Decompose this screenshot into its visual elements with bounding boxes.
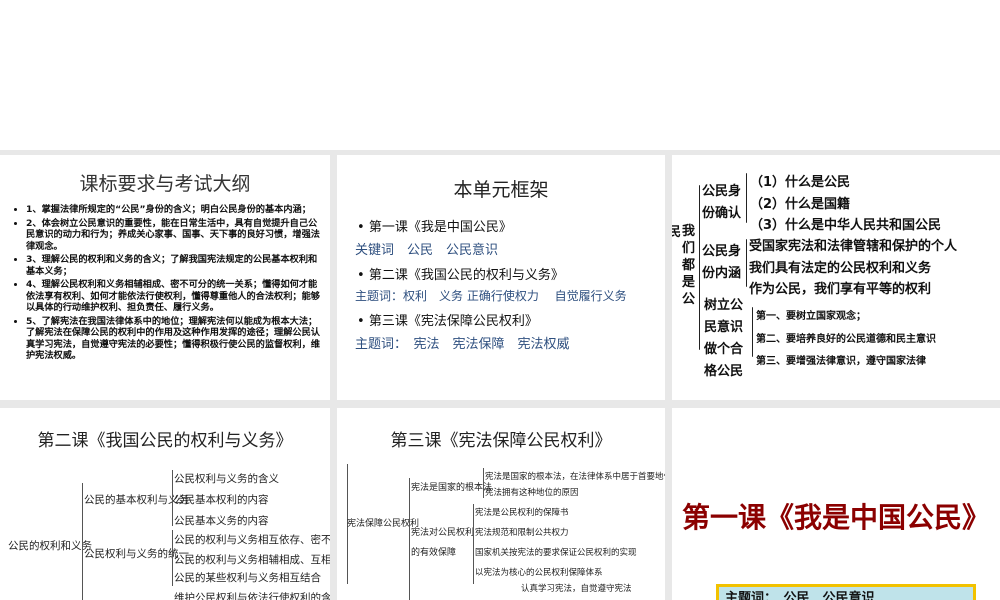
slide-thumbnail-3[interactable]: 民 我们都是公 公民身份确认 （1）什么是公民 （2）什么是国籍 （3）什么是中… bbox=[672, 155, 1000, 400]
syllabus-list: 1、掌握法律所规定的“公民”身份的含义；明白公民身份的基本内涵； 2、体会树立公… bbox=[0, 204, 320, 362]
top-blank-area bbox=[0, 0, 1000, 150]
branch-item: 受国家宪法和法律管辖和保护的个人 bbox=[749, 239, 958, 254]
branch-item: （3）什么是中华人民共和国公民 bbox=[750, 218, 942, 233]
lesson-3: 第三课《宪法保障公民权利》 bbox=[368, 314, 538, 329]
connector bbox=[172, 530, 173, 586]
slide-thumbnail-1[interactable]: 课标要求与考试大纲 1、掌握法律所规定的“公民”身份的含义；明白公民身份的基本内… bbox=[0, 155, 330, 400]
bracket bbox=[746, 173, 747, 223]
slide-title: 第一课《我是中国公民》 bbox=[681, 501, 990, 534]
slide-title: 第二课《我国公民的权利与义务》 bbox=[37, 431, 293, 451]
slide-title: 本单元框架 bbox=[453, 179, 549, 201]
slide-thumbnail-6[interactable]: 第一课《我是中国公民》 主题词： 公民 公民意识 bbox=[672, 408, 1000, 600]
branch-item: 第二、要培养良好的公民道德和民主意识 bbox=[756, 334, 936, 345]
keywords-3: 主题词： 宪法 宪法保障 宪法权威 bbox=[355, 337, 570, 352]
mindmap-leaf: 公民的权利与义务相辅相成、互相促进 bbox=[174, 554, 330, 566]
slide-thumbnail-5[interactable]: 第三课《宪法保障公民权利》 宪法保障公民权利 宪法是国家的根本法 宪法是国家的根… bbox=[337, 408, 665, 600]
list-item: 1、掌握法律所规定的“公民”身份的含义；明白公民身份的基本内涵； bbox=[26, 204, 320, 216]
list-item: 4、理解公民权利和义务相辅相成、密不可分的统一关系；懂得如何才能依法享有权利、如… bbox=[26, 279, 320, 314]
mindmap-leaf: 宪法是国家的根本法，在法律体系中居于首要地位 bbox=[485, 472, 665, 482]
keywords-2: 主题词：权利 义务 正确行使权力 自觉履行义务 bbox=[355, 289, 627, 303]
root-node: 我们都是公 bbox=[682, 224, 696, 307]
branch-item: 我们具有法定的公民权利和义务 bbox=[749, 261, 932, 276]
connector bbox=[473, 504, 474, 584]
mindmap-leaf: 国家机关按宪法的要求保证公民权利的实现 bbox=[475, 548, 637, 558]
branch-item: （1）什么是公民 bbox=[750, 175, 851, 190]
slide-title: 课标要求与考试大纲 bbox=[79, 173, 251, 195]
list-item: 3、理解公民的权利和义务的含义；了解我国宪法规定的公民基本权利和基本义务； bbox=[26, 254, 320, 277]
mindmap-leaf: 认真学习宪法，自觉遵守宪法 bbox=[521, 584, 632, 594]
branch-3: 树立公民意识做个合格公民 bbox=[704, 298, 744, 379]
mindmap-root: 公民的权利和义务 bbox=[8, 540, 92, 552]
connector bbox=[82, 483, 83, 600]
lesson-1: 第一课《我是中国公民》 bbox=[368, 220, 512, 235]
keyword-box: 主题词： 公民 公民意识 bbox=[716, 584, 976, 600]
keywords-1: 关键词 公民 公民意识 bbox=[355, 243, 499, 258]
branch-1: 公民身份确认 bbox=[702, 184, 742, 221]
connector bbox=[409, 478, 410, 600]
bracket bbox=[746, 239, 747, 287]
connector bbox=[483, 468, 484, 498]
branch-item: 第三、要增强法律意识，遵守国家法律 bbox=[756, 356, 926, 367]
mindmap-leaf: 以宪法为核心的公民权利保障体系 bbox=[475, 568, 603, 578]
branch-item: （2）什么是国籍 bbox=[750, 197, 851, 212]
mindmap-leaf: 宪法是公民权利的保障书 bbox=[475, 508, 569, 518]
list-item: 5、了解宪法在我国法律体系中的地位；理解宪法何以能成为根本大法；了解宪法在保障公… bbox=[26, 316, 320, 362]
mindmap-leaf: 公民的权利与义务相互依存、密不可分 bbox=[174, 534, 330, 546]
branch-item: 第一、要树立国家观念； bbox=[756, 311, 866, 322]
list-item: 2、体会树立公民意识的重要性，能在日常生活中，具有自觉提升自己公民意识的动力和行… bbox=[26, 218, 320, 253]
mindmap-node: 宪法是国家的根本法 bbox=[411, 483, 493, 493]
bracket bbox=[699, 185, 700, 350]
branch-2: 公民身份内涵 bbox=[702, 244, 742, 281]
mindmap-leaf: 公民基本权利的内容 bbox=[174, 494, 269, 506]
edge-text: 民 bbox=[672, 225, 682, 240]
connector bbox=[172, 470, 173, 526]
mindmap-leaf: 宪法拥有这种地位的原因 bbox=[485, 488, 579, 498]
mindmap-leaf: 公民权利与义务的含义 bbox=[174, 473, 279, 485]
mindmap-leaf: 维护公民权利与依法行使权利的含义 bbox=[174, 592, 330, 600]
slide-thumbnail-2[interactable]: 本单元框架 • 第一课《我是中国公民》 关键词 公民 公民意识 • 第二课《我国… bbox=[337, 155, 665, 400]
branch-item: 作为公民，我们享有平等的权利 bbox=[749, 282, 932, 297]
slide-thumbnail-4[interactable]: 第二课《我国公民的权利与义务》 公民的权利和义务 公民的基本权利与义务 公民权利… bbox=[0, 408, 330, 600]
slide-title: 第三课《宪法保障公民权利》 bbox=[390, 431, 612, 451]
mindmap-node: 宪法对公民权利的有效保障 bbox=[411, 528, 475, 558]
mindmap-leaf: 宪法规范和限制公共权力 bbox=[475, 528, 569, 538]
mindmap-leaf: 公民的某些权利与义务相互结合 bbox=[174, 572, 321, 584]
lesson-2: 第二课《我国公民的权利与义务》 bbox=[368, 268, 564, 283]
bracket bbox=[752, 307, 753, 357]
mindmap-leaf: 公民基本义务的内容 bbox=[174, 515, 269, 527]
